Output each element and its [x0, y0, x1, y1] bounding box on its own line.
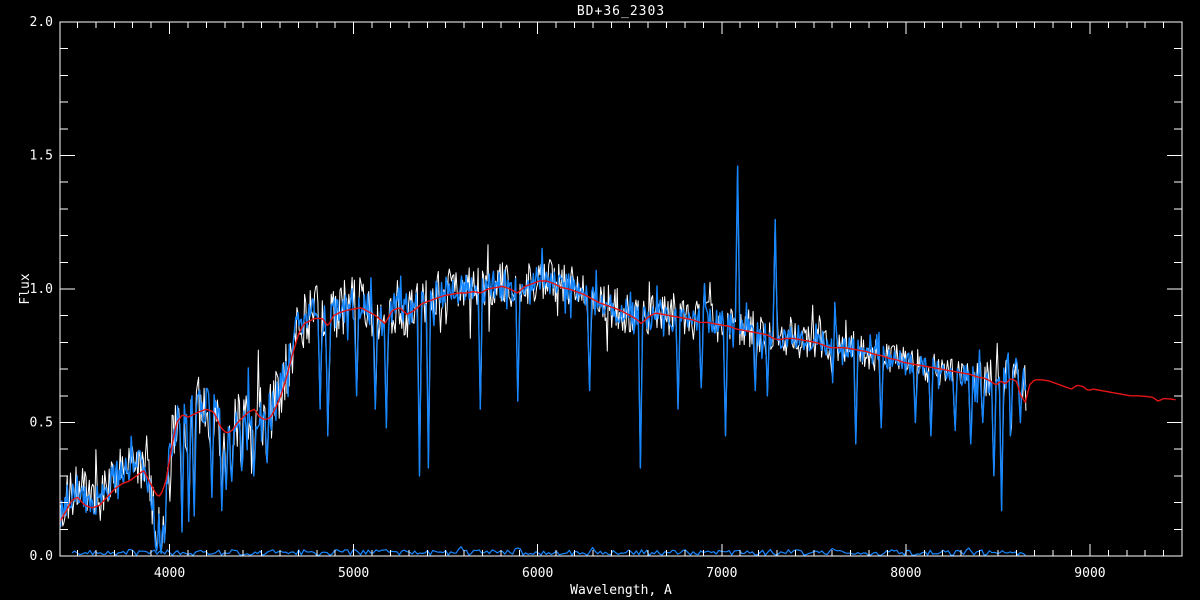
y-tick-label: 1.0	[30, 282, 53, 297]
y-tick-label: 2.0	[30, 15, 53, 30]
y-tick-label: 0.5	[30, 416, 53, 431]
x-tick-label: 6000	[522, 566, 553, 581]
x-tick-label: 9000	[1074, 566, 1105, 581]
spectrum-chart: 4000 5000 6000 7000 8000 90000.00.51.01.52.0 …	[0, 0, 1200, 600]
x-tick-label: 5000	[338, 566, 369, 581]
y-tick-label: 0.0	[30, 549, 53, 564]
y-axis-label: Flux	[18, 273, 33, 304]
x-tick-label: 7000	[706, 566, 737, 581]
chart-title: BD+36_2303	[577, 4, 665, 19]
x-axis-label: Wavelength, A	[570, 583, 672, 598]
spectrum-plot-window: 4000 5000 6000 7000 8000 9000 0.0 0.5 1.0 1.5 2.0 …	[0, 0, 1200, 600]
x-tick-label: 4000	[154, 566, 185, 581]
x-tick-label: 8000	[890, 566, 921, 581]
y-tick-label: 1.5	[30, 149, 53, 164]
